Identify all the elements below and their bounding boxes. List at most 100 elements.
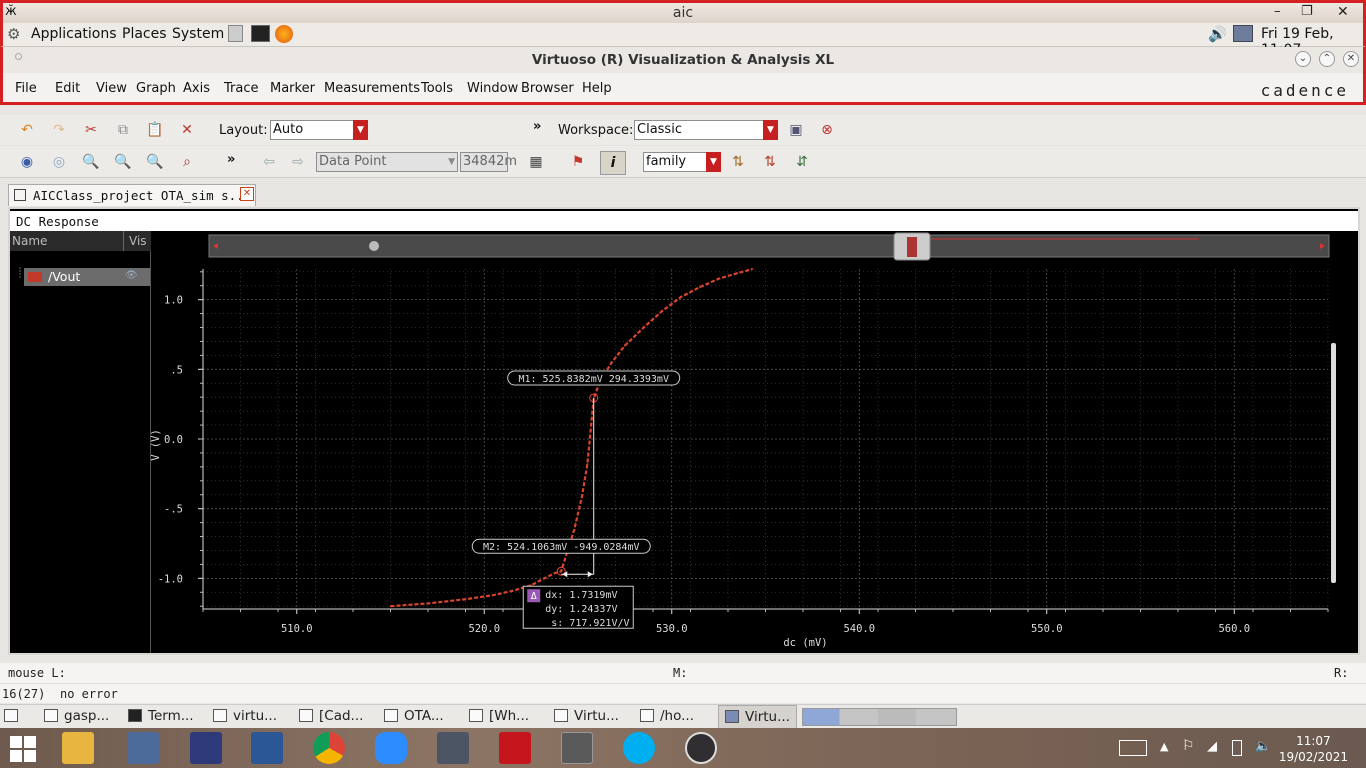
gnome-foot-icon[interactable]: ⚙ (7, 25, 20, 43)
menu-help[interactable]: Help (582, 81, 612, 96)
family-down-icon[interactable]: ⇅ (761, 153, 779, 171)
chevron-down-icon[interactable]: ▼ (706, 152, 721, 172)
speaker-icon[interactable]: 🔈 (1255, 739, 1271, 754)
close-button[interactable]: ✕ (1337, 4, 1349, 20)
app-minimize-button[interactable]: ⌄ (1295, 51, 1311, 67)
task-ota[interactable]: OTA... (384, 708, 444, 724)
word-icon[interactable] (251, 732, 283, 764)
plot-area[interactable]: 510.0 520.0 530.0 540.0 550.0 560.0 1.0 .5 0.0 -.… (150, 231, 1358, 653)
delete-icon[interactable]: ✕ (178, 121, 196, 139)
skype-icon[interactable] (623, 732, 655, 764)
chevron-down-icon[interactable]: ▼ (353, 120, 368, 140)
col-name[interactable]: Name (12, 234, 47, 248)
menu-places[interactable]: Places (122, 26, 167, 42)
menu-edit[interactable]: Edit (55, 81, 80, 96)
terminal-icon[interactable] (251, 25, 270, 42)
xwin-icon[interactable] (561, 732, 593, 764)
col-vis[interactable]: Vis (129, 234, 147, 248)
tab-close-icon[interactable]: ✕ (240, 187, 254, 201)
family-up-icon[interactable]: ⇅ (729, 153, 747, 171)
zoom-out-icon[interactable]: 🔍 (146, 153, 164, 171)
task-cad[interactable]: [Cad... (299, 708, 363, 724)
menu-file[interactable]: File (15, 81, 37, 96)
task-virtuoso-1[interactable]: virtu... (213, 708, 277, 724)
menu-tools[interactable]: Tools (421, 81, 453, 96)
family-list-icon[interactable]: ⇵ (793, 153, 811, 171)
layout-select[interactable]: Auto ▼ (270, 120, 368, 140)
chrome-icon[interactable] (313, 732, 345, 764)
next-point-icon[interactable]: ⇨ (289, 153, 307, 171)
zoom-in-icon[interactable]: 🔍 (114, 153, 132, 171)
plot-svg[interactable]: 510.0 520.0 530.0 540.0 550.0 560.0 1.0 .5 0.0 -.… (150, 231, 1358, 653)
keyboard-icon[interactable] (1119, 740, 1147, 756)
minimize-button[interactable]: – (1274, 4, 1281, 19)
system-clock[interactable]: 11:07 19/02/2021 (1279, 733, 1348, 765)
flag-icon[interactable]: ⚑ (569, 153, 587, 171)
app-maximize-button[interactable]: ⌃ (1319, 51, 1335, 67)
tray-flag-icon[interactable]: ⚐ (1182, 738, 1195, 754)
task-home[interactable]: /ho... (640, 708, 694, 724)
eye-icon[interactable]: 👁 (125, 270, 138, 281)
family-select[interactable]: family ▼ (643, 152, 721, 172)
workspace-save-icon[interactable]: ▣ (787, 121, 805, 139)
workspace-select[interactable]: Classic ▼ (634, 120, 778, 140)
workspace-delete-icon[interactable]: ⊗ (818, 121, 836, 139)
copy-icon[interactable]: ⧉ (114, 121, 132, 139)
task-virtuoso-viva[interactable]: Virtu... (718, 705, 797, 729)
show-desktop-button[interactable] (4, 708, 24, 724)
wifi-icon[interactable]: ◢ (1207, 739, 1217, 754)
file-explorer-icon[interactable] (62, 732, 94, 764)
calculator-icon[interactable] (228, 25, 243, 42)
acrobat-icon[interactable] (499, 732, 531, 764)
trace-row-vout[interactable]: /Vout 👁 (24, 268, 150, 286)
paste-icon[interactable]: 📋 (146, 121, 164, 139)
task-terminal[interactable]: Term... (128, 708, 194, 724)
menu-measurements[interactable]: Measurements (324, 81, 420, 96)
datapoint-value-field[interactable]: 34842m (460, 152, 517, 172)
zoom-icon[interactable]: 🔍 (82, 153, 100, 171)
menu-applications[interactable]: Applications (31, 26, 117, 42)
task-gasp[interactable]: gasp... (44, 708, 109, 724)
zoom-app-icon[interactable] (375, 732, 407, 764)
toolbar-overflow-2[interactable]: » (227, 152, 235, 167)
cut-icon[interactable]: ✂ (82, 121, 100, 139)
chevron-down-icon[interactable]: ▼ (448, 153, 455, 171)
menu-marker[interactable]: Marker (270, 81, 315, 96)
xming-icon[interactable] (437, 732, 469, 764)
toolbar-overflow[interactable]: » (533, 119, 541, 134)
pan-icon[interactable]: ◎ (50, 153, 68, 171)
task-virtuoso-2[interactable]: Virtu... (554, 708, 619, 724)
task-wh[interactable]: [Wh... (469, 708, 529, 724)
y-scrollbar (1331, 343, 1336, 583)
menu-system[interactable]: System (172, 26, 224, 42)
tex-icon[interactable] (190, 732, 222, 764)
menu-window[interactable]: Window (467, 81, 518, 96)
redo-icon[interactable]: ↷ (50, 121, 68, 139)
chevron-down-icon[interactable]: ▼ (763, 120, 778, 140)
tray-chevron-icon[interactable]: ▲ (1160, 740, 1168, 753)
volume-icon[interactable]: 🔊 (1208, 25, 1227, 43)
firefox-icon[interactable] (275, 25, 293, 43)
zoom-xy-icon[interactable]: ⌕ (178, 153, 196, 171)
tab-ota-sim[interactable]: AICClass_project OTA_sim s... (8, 184, 256, 206)
info-icon[interactable]: i (600, 151, 626, 175)
fit-icon[interactable]: ◉ (18, 153, 36, 171)
datapoint-select[interactable]: Data Point ▼ (316, 152, 458, 172)
start-icon[interactable] (10, 736, 36, 762)
menu-trace[interactable]: Trace (224, 81, 259, 96)
app-close-button[interactable]: ✕ (1343, 51, 1359, 67)
prev-point-icon[interactable]: ⇦ (260, 153, 278, 171)
network-icon[interactable] (1233, 25, 1253, 42)
calculator-icon[interactable]: ▦ (527, 153, 545, 171)
menu-graph[interactable]: Graph (136, 81, 176, 96)
obs-icon[interactable] (685, 732, 717, 764)
workspace-switcher[interactable] (802, 708, 957, 726)
menu-view[interactable]: View (96, 81, 127, 96)
database-icon[interactable] (127, 732, 159, 764)
menu-browser[interactable]: Browser (521, 81, 574, 96)
trace-label: /Vout (48, 269, 81, 284)
battery-icon[interactable] (1232, 740, 1242, 756)
undo-icon[interactable]: ↶ (18, 121, 36, 139)
maximize-button[interactable]: ❐ (1301, 4, 1313, 19)
menu-axis[interactable]: Axis (183, 81, 210, 96)
